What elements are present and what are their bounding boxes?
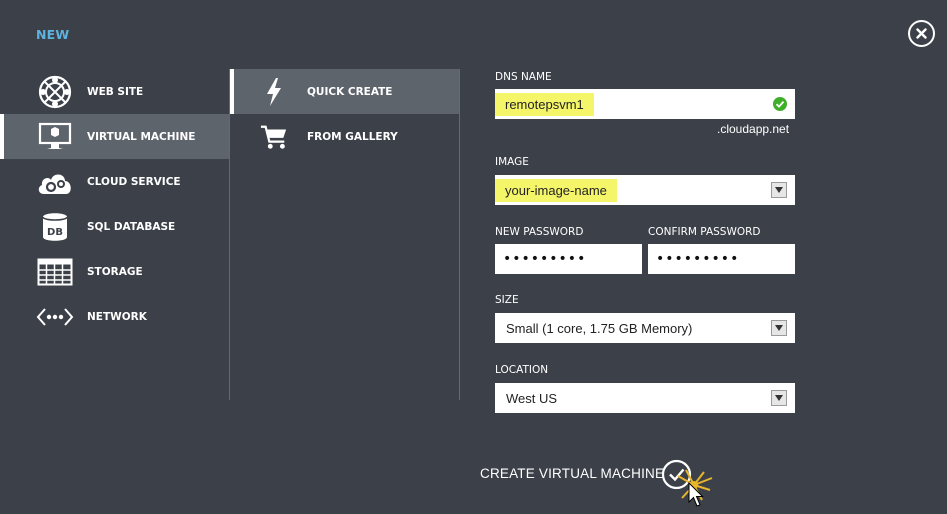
option-from-gallery[interactable]: FROM GALLERY [230,114,459,159]
dropdown-arrow-icon[interactable] [771,390,787,406]
size-select[interactable]: Small (1 core, 1.75 GB Memory) [495,313,795,343]
svg-text:DB: DB [47,227,63,238]
page-title: NEW [36,27,70,42]
category-label: SQL DATABASE [87,220,176,233]
create-label: CREATE VIRTUAL MACHINE [480,466,665,481]
image-label: IMAGE [495,156,529,168]
category-label: NETWORK [87,310,147,323]
category-storage[interactable]: STORAGE [0,249,229,294]
category-label: VIRTUAL MACHINE [87,130,196,143]
network-icon [36,300,74,334]
grid-table-icon [36,255,74,289]
category-sql-database[interactable]: DB SQL DATABASE [0,204,229,249]
cloud-gear-icon [36,165,74,199]
dns-suffix: .cloudapp.net [717,122,790,136]
size-value: Small (1 core, 1.75 GB Memory) [506,320,693,336]
confirm-password-label: CONFIRM PASSWORD [648,226,761,238]
monitor-icon [36,120,74,154]
image-value: your-image-name [495,178,617,202]
lightning-icon [260,75,288,109]
dns-name-field[interactable]: remotepsvm1 [495,89,795,119]
category-label: WEB SITE [87,85,144,98]
option-quick-create[interactable]: QUICK CREATE [230,69,459,114]
dns-name-value: remotepsvm1 [495,92,594,116]
category-list: WEB SITE VIRTUAL MACHINE CLOUD SERVICE D… [0,69,229,339]
category-virtual-machine[interactable]: VIRTUAL MACHINE [0,114,229,159]
create-option-list: QUICK CREATE FROM GALLERY [230,69,459,159]
category-web-site[interactable]: WEB SITE [0,69,229,114]
location-label: LOCATION [495,364,549,376]
globe-icon [36,75,74,109]
confirm-password-field[interactable]: ••••••••• [648,244,795,274]
image-select[interactable]: your-image-name [495,175,795,205]
location-select[interactable]: West US [495,383,795,413]
category-label: STORAGE [87,265,143,278]
option-label: QUICK CREATE [307,85,393,98]
column-divider [459,69,460,400]
location-value: West US [506,390,558,406]
new-password-label: NEW PASSWORD [495,226,584,238]
mouse-cursor-icon [688,482,704,507]
close-button[interactable] [908,20,935,47]
option-label: FROM GALLERY [307,130,398,143]
cart-icon [260,120,288,154]
new-password-field[interactable]: ••••••••• [495,244,642,274]
database-icon: DB [36,210,74,244]
size-label: SIZE [495,294,519,306]
dropdown-arrow-icon[interactable] [771,320,787,336]
check-valid-icon [773,97,787,111]
category-label: CLOUD SERVICE [87,175,181,188]
dns-name-label: DNS NAME [495,71,552,83]
category-cloud-service[interactable]: CLOUD SERVICE [0,159,229,204]
category-network[interactable]: NETWORK [0,294,229,339]
close-icon [916,28,927,39]
dropdown-arrow-icon[interactable] [771,182,787,198]
